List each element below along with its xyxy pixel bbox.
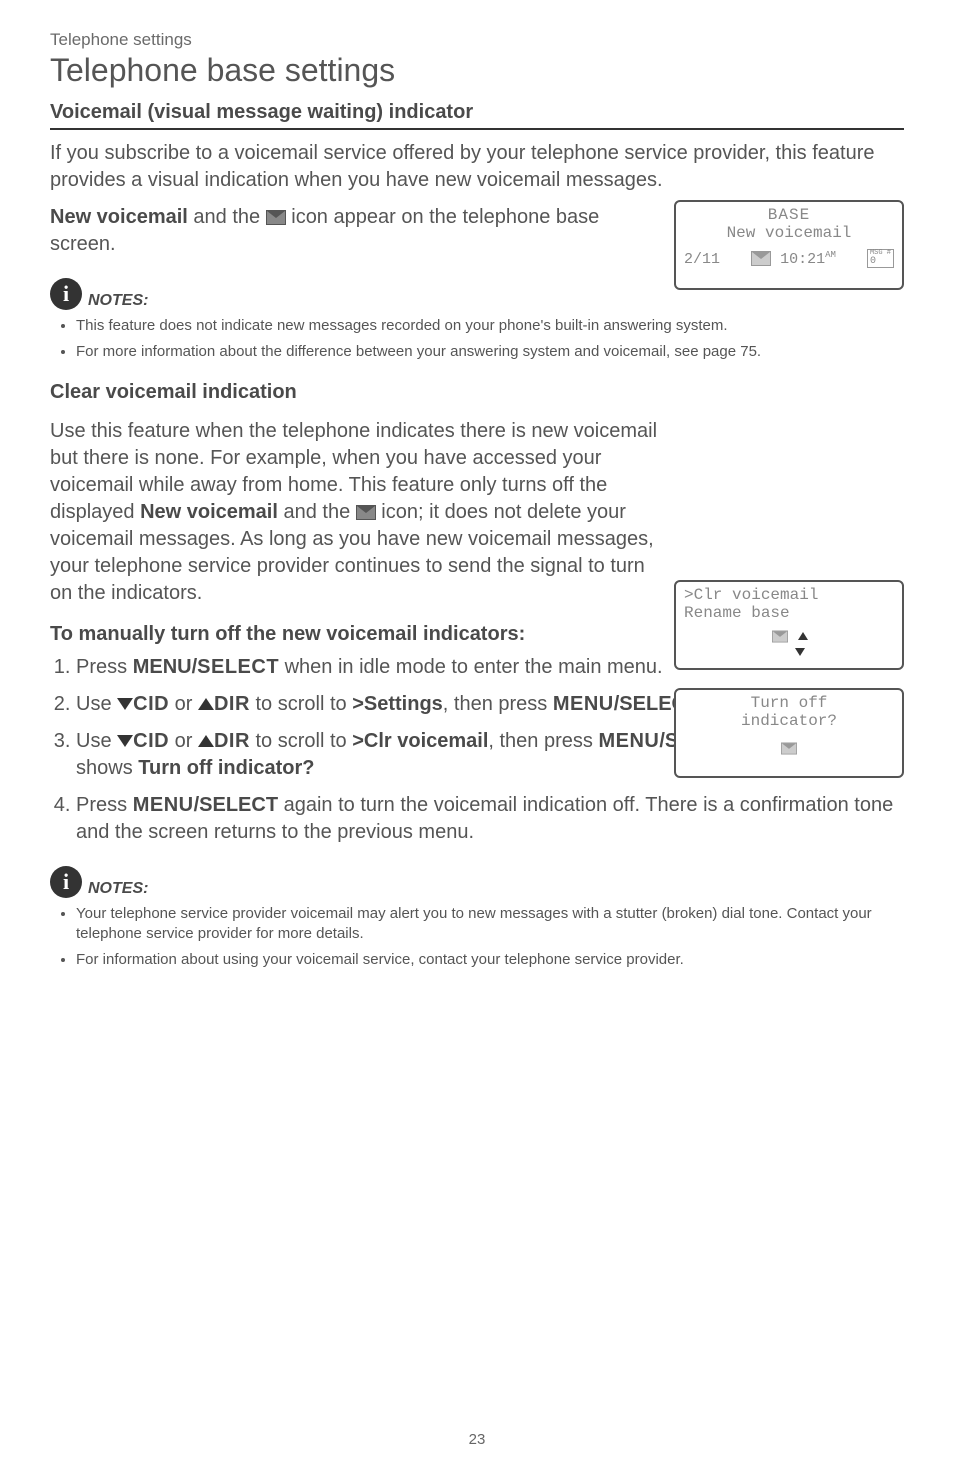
mail-icon [266,210,286,225]
step-4: Press MENU/SELECT again to turn the voic… [76,792,904,846]
lcd-menu-clr-voicemail: >Clr voicemail [684,586,894,604]
lcd-prompt-line2: indicator? [684,712,894,730]
down-arrow-icon [795,648,805,656]
notes-label: NOTES: [88,292,148,310]
lcd-time: 10:21 [780,251,825,268]
mail-icon [781,742,797,754]
down-arrow-icon [117,735,133,747]
lcd-settings-menu: >Clr voicemail Rename base [674,580,904,670]
notes-list-2: Your telephone service provider voicemai… [50,904,904,971]
notes-label: NOTES: [88,880,148,898]
lcd-nav-arrows [684,629,894,661]
page-title: Telephone base settings [50,52,904,89]
heading-clear-voicemail: Clear voicemail indication [50,381,904,408]
note-item: Your telephone service provider voicemai… [76,904,904,945]
page-number: 23 [0,1431,954,1448]
section2-body: Use this feature when the telephone indi… [50,418,660,607]
lcd-ampm: AM [825,250,836,260]
up-arrow-icon [198,698,214,710]
new-voicemail-label: New voicemail [50,206,188,228]
lcd-turn-off-prompt: Turn off indicator? [674,688,904,778]
lcd-msg-count-box: MSG # 0 [867,249,894,268]
info-icon: i [50,866,82,898]
notes-header-2: i NOTES: [50,866,904,898]
lcd-row-base: BASE [684,206,894,224]
down-arrow-icon [117,698,133,710]
lcd-prompt-line1: Turn off [684,694,894,712]
mail-icon [772,630,788,642]
info-icon: i [50,278,82,310]
section1-para2: New voicemail and the icon appear on the… [50,204,650,258]
section-kicker: Telephone settings [50,30,904,50]
section1-para1: If you subscribe to a voicemail service … [50,140,904,194]
lcd-base-screen: BASE New voicemail 2/11 10:21AM MSG # 0 [674,200,904,290]
note-item: This feature does not indicate new messa… [76,316,904,336]
notes-list-1: This feature does not indicate new messa… [50,316,904,363]
note-item: For more information about the differenc… [76,342,904,362]
mail-icon [751,251,771,266]
up-arrow-icon [198,735,214,747]
lcd-menu-rename-base: Rename base [684,604,894,622]
section2-para: Use this feature when the telephone indi… [50,418,660,607]
heading-voicemail-indicator: Voicemail (visual message waiting) indic… [50,101,904,130]
note-item: For information about using your voicema… [76,950,904,970]
lcd-row-new-voicemail: New voicemail [684,224,894,242]
lcd-date: 2/11 [684,251,720,268]
mail-icon [356,505,376,520]
manual-page: Telephone settings Telephone base settin… [0,0,954,1472]
up-arrow-icon [798,632,808,640]
